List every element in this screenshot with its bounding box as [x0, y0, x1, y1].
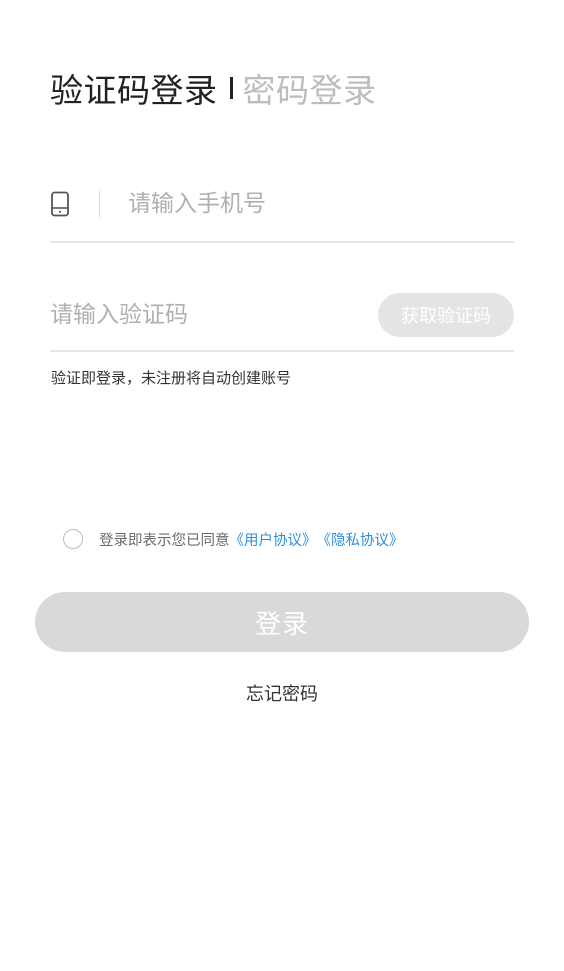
verification-code-input[interactable]	[50, 295, 378, 335]
code-field-underline	[50, 350, 514, 352]
tab-divider	[229, 77, 233, 99]
auto-register-hint: 验证即登录，未注册将自动创建账号	[51, 369, 292, 387]
tab-sms-login[interactable]: 验证码登录	[50, 64, 218, 112]
get-code-button[interactable]: 获取验证码	[378, 293, 514, 337]
code-field-row: 获取验证码	[50, 290, 514, 340]
privacy-agreement-link[interactable]: 《隐私协议》	[317, 529, 404, 550]
tab-password-login[interactable]: 密码登录	[243, 64, 377, 112]
login-button[interactable]: 登录	[35, 592, 529, 652]
phone-field-row	[50, 176, 514, 232]
agreement-text: 登录即表示您已同意	[99, 532, 230, 549]
phone-field-underline	[50, 241, 514, 243]
agreement-checkbox[interactable]	[63, 529, 83, 549]
agreement-row: 登录即表示您已同意 《用户协议》 《隐私协议》	[63, 528, 404, 550]
login-mode-tabs: 验证码登录 密码登录	[50, 66, 377, 110]
phone-field-separator	[99, 191, 100, 217]
user-agreement-link[interactable]: 《用户协议》	[230, 529, 317, 550]
phone-number-input[interactable]	[128, 184, 514, 224]
forgot-password-link[interactable]: 忘记密码	[0, 680, 564, 706]
phone-icon	[50, 191, 70, 217]
